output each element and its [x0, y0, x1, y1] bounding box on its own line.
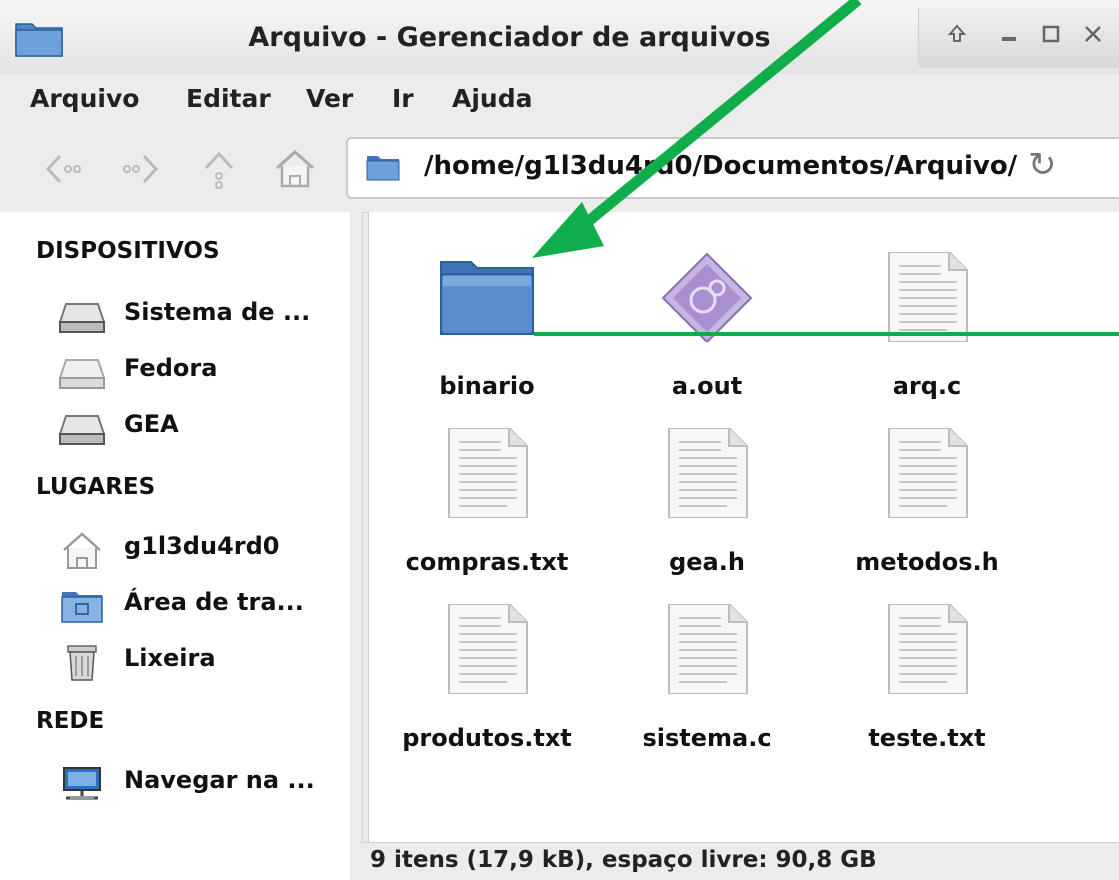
sidebar-header-rede: REDE — [36, 708, 105, 734]
text-file-icon — [668, 604, 748, 694]
status-text: 9 itens (17,9 kB), espaço livre: 90,8 GB — [370, 847, 877, 873]
text-file-icon — [888, 252, 968, 342]
network-icon — [63, 767, 101, 800]
status-bar: 9 itens (17,9 kB), espaço livre: 90,8 GB — [360, 842, 1119, 880]
home-icon[interactable] — [272, 146, 318, 192]
file-name: arq.c — [892, 372, 962, 400]
maximize-icon — [1042, 25, 1060, 43]
window-controls — [918, 8, 1119, 68]
sidebar-item-label: GEA — [124, 410, 179, 438]
sidebar-item-sistema[interactable]: Sistema de ... — [56, 294, 346, 338]
home-icon — [63, 532, 101, 569]
reload-icon[interactable]: ↻ — [1028, 145, 1057, 185]
address-bar[interactable]: /home/g1l3du4rd0/Documentos/Arquivo/ ↻ — [346, 137, 1119, 199]
desktop-folder-icon — [61, 592, 103, 623]
file-name: a.out — [671, 372, 743, 400]
file-item-arq-c[interactable]: arq.c — [827, 222, 1027, 400]
sidebar-item-fedora[interactable]: Fedora — [56, 350, 346, 394]
file-item-gea-h[interactable]: gea.h — [607, 398, 807, 576]
drive-icon — [58, 359, 106, 389]
sidebar-header-dispositivos: DISPOSITIVOS — [36, 238, 220, 264]
sidebar-item-trash[interactable]: Lixeira — [56, 640, 346, 684]
menu-ajuda[interactable]: Ajuda — [452, 84, 532, 113]
keep-above-button[interactable] — [943, 22, 971, 52]
file-item-metodos-h[interactable]: metodos.h — [827, 398, 1027, 576]
text-file-icon — [888, 428, 968, 518]
folder-icon — [440, 261, 534, 335]
text-file-icon — [668, 428, 748, 518]
file-name: sistema.c — [642, 724, 772, 752]
file-item-produtos-txt[interactable]: produtos.txt — [387, 574, 587, 752]
sidebar-item-label: Fedora — [124, 354, 218, 382]
forward-arrow-icon[interactable] — [118, 146, 164, 192]
file-name: teste.txt — [868, 724, 986, 752]
toolbar: /home/g1l3du4rd0/Documentos/Arquivo/ ↻ — [0, 124, 1119, 213]
folder-icon — [366, 156, 400, 181]
trash-icon — [67, 645, 97, 681]
file-item-teste-txt[interactable]: teste.txt — [827, 574, 1027, 752]
minimize-button[interactable] — [995, 22, 1023, 52]
menu-ver[interactable]: Ver — [306, 84, 353, 113]
title-bar[interactable]: Arquivo - Gerenciador de arquivos — [0, 0, 1119, 75]
sidebar-item-label: g1l3du4rd0 — [124, 532, 280, 560]
sidebar-item-home[interactable]: g1l3du4rd0 — [56, 528, 346, 572]
text-file-icon — [448, 604, 528, 694]
file-item-a-out[interactable]: a.out — [607, 222, 807, 400]
maximize-button[interactable] — [1037, 22, 1065, 52]
file-name: compras.txt — [405, 548, 569, 576]
drive-icon — [58, 303, 106, 333]
sidebar-item-gea[interactable]: GEA — [56, 406, 346, 450]
sidebar-header-lugares: LUGARES — [36, 474, 156, 500]
file-item-compras-txt[interactable]: compras.txt — [387, 398, 587, 576]
sidebar-splitter[interactable] — [350, 212, 363, 880]
file-name: produtos.txt — [402, 724, 572, 752]
close-button[interactable] — [1079, 22, 1107, 52]
file-name: metodos.h — [855, 548, 999, 576]
menu-bar: Arquivo Editar Ver Ir Ajuda — [0, 74, 1119, 124]
file-manager-window: Arquivo - Gerenciador de arquivos Arquiv… — [0, 0, 1119, 880]
sidebar: DISPOSITIVOS Sistema de ... Fedora GEA L… — [0, 212, 351, 880]
menu-arquivo[interactable]: Arquivo — [30, 84, 139, 113]
drive-icon — [58, 415, 106, 445]
sidebar-item-label: Sistema de ... — [124, 298, 311, 326]
sidebar-item-desktop[interactable]: Área de tra... — [56, 584, 346, 628]
back-arrow-icon[interactable] — [40, 146, 86, 192]
file-name: binario — [439, 372, 535, 400]
executable-icon — [661, 252, 753, 342]
text-file-icon — [888, 604, 968, 694]
file-item-sistema-c[interactable]: sistema.c — [607, 574, 807, 752]
file-view: binario a.out arq.c compras.txt gea.h me… — [368, 212, 1119, 842]
file-name: gea.h — [669, 548, 745, 576]
sidebar-item-network[interactable]: Navegar na ... — [56, 762, 346, 806]
text-file-icon — [448, 428, 528, 518]
pin-up-icon — [947, 24, 967, 42]
sidebar-item-label: Área de tra... — [124, 588, 304, 616]
up-arrow-icon[interactable] — [196, 146, 242, 192]
minimize-icon — [1002, 37, 1016, 41]
menu-editar[interactable]: Editar — [186, 84, 271, 113]
sidebar-item-label: Lixeira — [124, 644, 216, 672]
sidebar-item-label: Navegar na ... — [124, 766, 315, 794]
menu-ir[interactable]: Ir — [392, 84, 414, 113]
address-path[interactable]: /home/g1l3du4rd0/Documentos/Arquivo/ — [424, 151, 1017, 181]
close-icon — [1085, 26, 1101, 42]
file-item-binario[interactable]: binario — [387, 222, 587, 400]
